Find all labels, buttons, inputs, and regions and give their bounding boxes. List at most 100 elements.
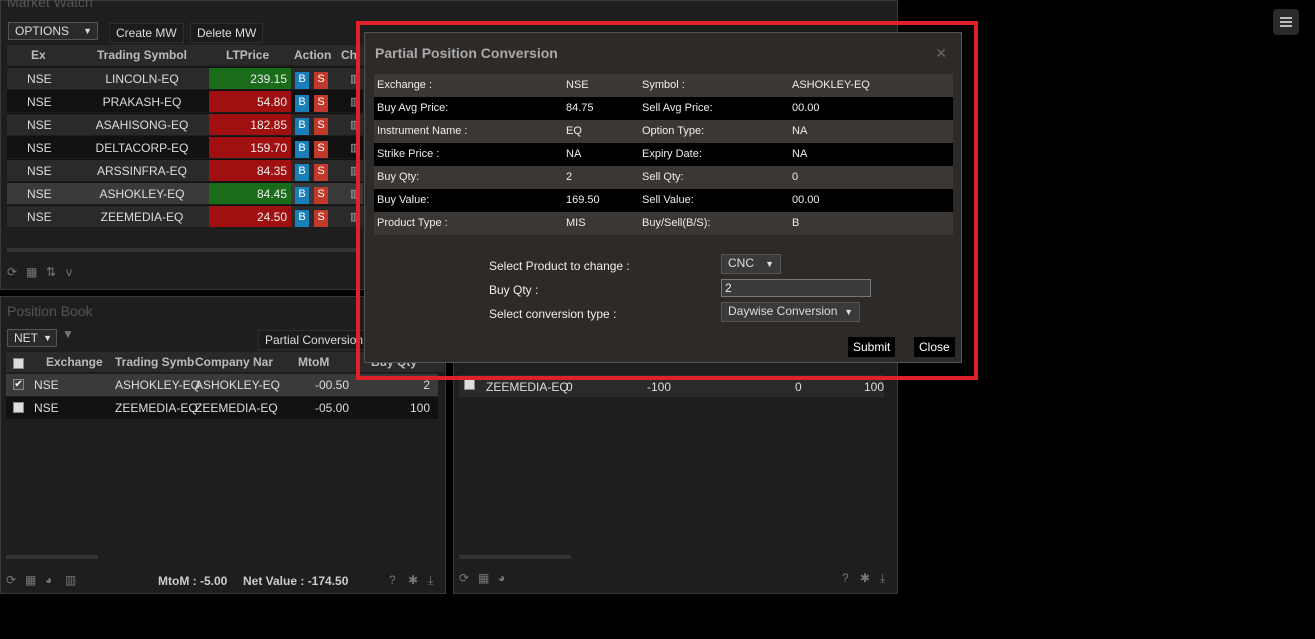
refresh-icon[interactable]: ⟳ — [7, 265, 17, 279]
orders-col2: 0 — [566, 380, 573, 394]
row-ltp: 159.70 — [209, 137, 291, 158]
sell-button[interactable]: S — [314, 118, 328, 135]
market-watch-row[interactable]: NSE ASHOKLEY-EQ 84.45 B S ▥ — [7, 182, 363, 204]
market-watch-row[interactable]: NSE ARSSINFRA-EQ 84.35 B S ▥ — [7, 159, 363, 181]
row-exchange: NSE — [27, 118, 52, 132]
grid-icon[interactable]: ▦ — [26, 265, 37, 279]
market-watch-title: Market Watch — [7, 0, 93, 10]
buy-button[interactable]: B — [295, 141, 309, 158]
row-exchange: NSE — [27, 95, 52, 109]
orders-col4: 0 — [795, 380, 802, 394]
download-icon[interactable]: ⤓ — [428, 573, 433, 588]
gear-icon[interactable]: ✱ — [860, 571, 870, 585]
sort-icon[interactable]: ⇅ — [46, 265, 56, 279]
row-ltp: 84.35 — [209, 160, 291, 181]
options-select[interactable]: OPTIONS ▼ — [8, 22, 98, 40]
filter-icon[interactable]: ν — [66, 265, 72, 279]
row-symbol: ASAHISONG-EQ — [95, 118, 189, 132]
select-all-checkbox[interactable] — [13, 358, 24, 369]
buy-button[interactable]: B — [295, 118, 309, 135]
net-select[interactable]: NET ▼ — [7, 329, 57, 347]
menu-button[interactable] — [1273, 9, 1299, 35]
row-ltp: 182.85 — [209, 114, 291, 135]
col-company-name: Company Nar — [195, 355, 274, 369]
row-exchange: NSE — [34, 401, 59, 415]
row-exchange: NSE — [27, 210, 52, 224]
buy-button[interactable]: B — [295, 72, 309, 89]
mtom-total: MtoM : -5.00 — [158, 574, 228, 588]
create-mw-button[interactable]: Create MW — [109, 23, 184, 43]
bar-chart-icon[interactable]: ▥ — [65, 573, 76, 587]
delete-mw-button[interactable]: Delete MW — [190, 23, 264, 43]
partial-conversion-button[interactable]: Partial Conversion — [258, 330, 371, 350]
position-row[interactable]: NSE ZEEMEDIA-EQ ZEEMEDIA-EQ -05.00 100 — [6, 397, 438, 419]
sell-button[interactable]: S — [314, 187, 328, 204]
row-checkbox[interactable] — [13, 402, 24, 413]
highlight-box — [356, 21, 978, 380]
refresh-icon[interactable]: ⟳ — [6, 573, 16, 587]
row-exchange: NSE — [27, 187, 52, 201]
row-symbol: ARSSINFRA-EQ — [96, 164, 187, 178]
row-exchange: NSE — [27, 141, 52, 155]
row-qty: 100 — [409, 401, 430, 415]
market-watch-row[interactable]: NSE ZEEMEDIA-EQ 24.50 B S ▥ — [7, 205, 363, 227]
row-symbol: ZEEMEDIA-EQ — [100, 210, 184, 224]
row-symbol: ASHOKLEY-EQ — [99, 187, 185, 201]
sell-button[interactable]: S — [314, 210, 328, 227]
row-mtom: -00.50 — [315, 378, 350, 392]
row-symbol: PRAKASH-EQ — [102, 95, 182, 109]
row-exchange: NSE — [34, 378, 59, 392]
row-ltp: 24.50 — [209, 206, 291, 227]
row-qty: 2 — [423, 378, 430, 392]
row-exchange: NSE — [27, 72, 52, 86]
sell-button[interactable]: S — [314, 95, 328, 112]
orders-symbol: ZEEMEDIA-EQ — [486, 380, 569, 394]
row-checkbox[interactable]: ✔ — [13, 379, 24, 390]
row-symbol: ASHOKLEY-EQ — [115, 378, 200, 392]
row-symbol: ZEEMEDIA-EQ — [115, 401, 198, 415]
row-symbol: LINCOLN-EQ — [105, 72, 179, 86]
filter-icon[interactable]: ▼ — [62, 327, 74, 341]
net-value: Net Value : -174.50 — [243, 574, 349, 588]
buy-button[interactable]: B — [295, 95, 309, 112]
col-ex: Ex — [31, 48, 46, 62]
hamburger-icon — [1280, 17, 1292, 27]
row-checkbox[interactable] — [464, 379, 475, 390]
market-watch-row[interactable]: NSE PRAKASH-EQ 54.80 B S ▥ — [7, 90, 363, 112]
row-exchange: NSE — [27, 164, 52, 178]
col-action: Action — [294, 48, 332, 62]
market-watch-row[interactable]: NSE DELTACORP-EQ 159.70 B S ▥ — [7, 136, 363, 158]
sell-button[interactable]: S — [314, 141, 328, 158]
market-watch-row[interactable]: NSE ASAHISONG-EQ 182.85 B S ▥ — [7, 113, 363, 135]
row-ltp: 239.15 — [209, 68, 291, 89]
col-ltp: LTPrice — [226, 48, 270, 62]
market-watch-row[interactable]: NSE LINCOLN-EQ 239.15 B S ▥ — [7, 67, 363, 89]
row-company: ZEEMEDIA-EQ — [195, 401, 278, 415]
orders-col5: 100 — [864, 380, 885, 394]
orders-scrollbar[interactable] — [459, 555, 571, 559]
mw-scrollbar[interactable] — [7, 248, 357, 252]
position-book-title: Position Book — [7, 303, 93, 319]
help-icon[interactable]: ? — [389, 573, 396, 587]
pie-chart-icon[interactable]: ◕ — [498, 571, 505, 585]
col-mtom: MtoM — [298, 355, 330, 369]
pb-scrollbar[interactable] — [6, 555, 98, 559]
row-ltp: 84.45 — [209, 183, 291, 204]
row-symbol: DELTACORP-EQ — [95, 141, 189, 155]
download-icon[interactable]: ⤓ — [880, 571, 885, 586]
col-trading-symbol: Trading Symb — [115, 355, 195, 369]
buy-button[interactable]: B — [295, 210, 309, 227]
gear-icon[interactable]: ✱ — [408, 573, 418, 587]
row-mtom: -05.00 — [315, 401, 350, 415]
grid-icon[interactable]: ▦ — [25, 573, 36, 587]
row-ltp: 54.80 — [209, 91, 291, 112]
row-company: ASHOKLEY-EQ — [195, 378, 280, 392]
buy-button[interactable]: B — [295, 187, 309, 204]
refresh-icon[interactable]: ⟳ — [459, 571, 469, 585]
sell-button[interactable]: S — [314, 164, 328, 181]
pie-chart-icon[interactable]: ◕ — [45, 573, 52, 587]
sell-button[interactable]: S — [314, 72, 328, 89]
grid-icon[interactable]: ▦ — [478, 571, 489, 585]
buy-button[interactable]: B — [295, 164, 309, 181]
help-icon[interactable]: ? — [842, 571, 849, 585]
